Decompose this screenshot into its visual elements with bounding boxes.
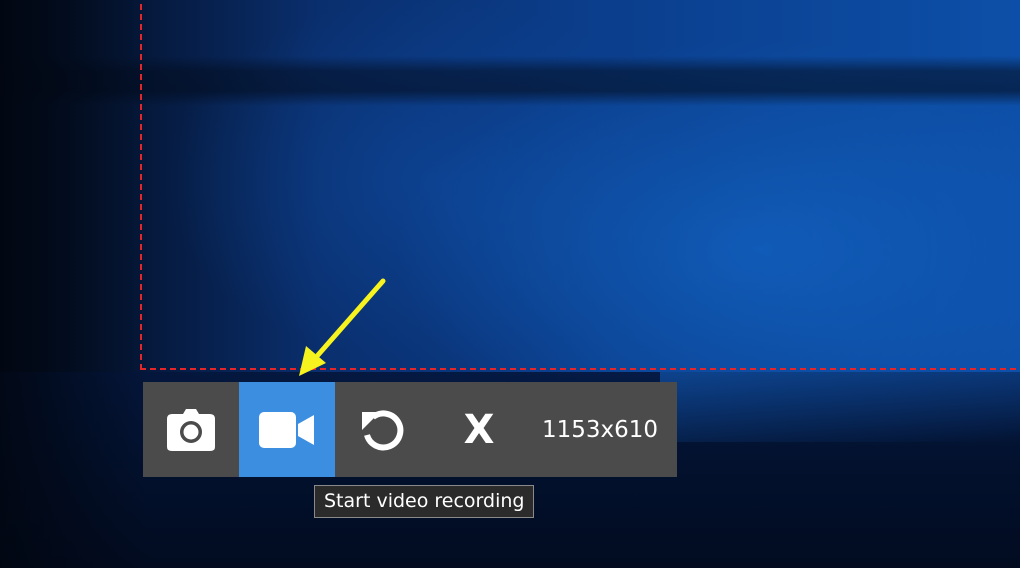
tooltip: Start video recording: [314, 485, 535, 518]
wallpaper-left-shade: [0, 0, 150, 568]
redo-button[interactable]: [335, 382, 431, 477]
refresh-icon: [362, 410, 404, 450]
wallpaper-floor-light: [660, 372, 1020, 442]
close-button[interactable]: X: [431, 382, 527, 477]
screenshot-button[interactable]: [143, 382, 239, 477]
capture-selection-region[interactable]: [140, 0, 1020, 370]
close-icon: X: [463, 406, 495, 453]
capture-dimensions-readout: 1153x610: [541, 416, 659, 443]
capture-toolbar: X 1153x610: [143, 382, 677, 477]
camera-icon: [167, 408, 215, 451]
video-camera-icon: [259, 411, 314, 448]
video-record-button[interactable]: [239, 382, 335, 477]
